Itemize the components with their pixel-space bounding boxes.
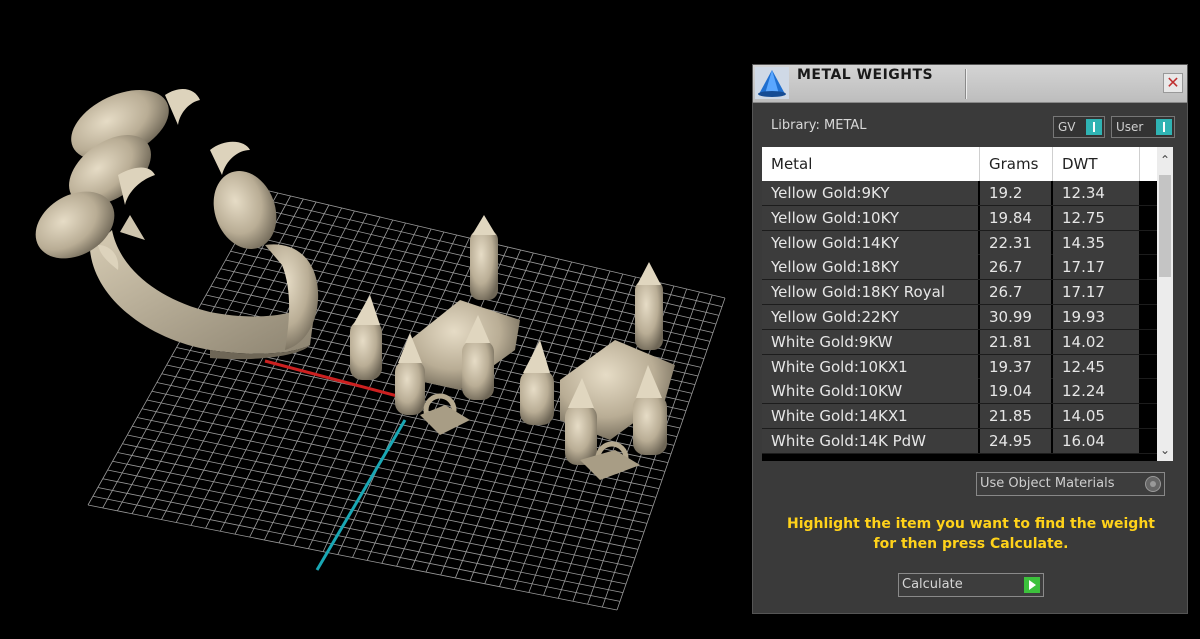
go-arrow-icon: [1024, 577, 1040, 593]
table-row[interactable]: Yellow Gold:10KY 19.84 12.75: [762, 205, 1157, 231]
metal-weights-dialog: METAL WEIGHTS ✕ Library: METAL GV User M…: [752, 64, 1188, 614]
grid-line: [87, 504, 618, 611]
table-row[interactable]: Yellow Gold:14KY 22.31 14.35: [762, 230, 1157, 256]
x-axis-line: [264, 359, 406, 400]
cell-metal: White Gold:10KX1: [762, 354, 978, 379]
cell-dwt: 19.93: [1053, 304, 1139, 329]
grid-line: [616, 297, 726, 611]
close-button[interactable]: ✕: [1163, 73, 1183, 93]
cell-metal: White Gold:14K PdW: [762, 428, 978, 453]
viewport-canvas[interactable]: [0, 0, 750, 639]
instruction-text: Highlight the item you want to find the …: [763, 514, 1179, 554]
scroll-up-icon[interactable]: ⌃: [1157, 151, 1173, 169]
toggle-switch-icon: [1086, 119, 1102, 135]
close-icon: ✕: [1166, 73, 1180, 92]
cell-grams: 26.7: [980, 255, 1051, 280]
cell-grams: 19.04: [980, 379, 1051, 404]
cell-dwt: 16.04: [1053, 428, 1139, 453]
cell-dwt: 12.24: [1053, 379, 1139, 404]
cell-metal: White Gold:9KW: [762, 329, 978, 354]
table-row[interactable]: White Gold:14K PdW 24.95 16.04: [762, 428, 1157, 454]
cell-grams: 19.84: [980, 205, 1051, 230]
table-row[interactable]: White Gold:14KX1 21.85 14.05: [762, 404, 1157, 429]
dialog-title: METAL WEIGHTS: [797, 67, 934, 83]
cell-metal: White Gold:14KX1: [762, 404, 978, 429]
toggle-switch-icon: [1156, 119, 1172, 135]
library-label: Library: METAL: [771, 118, 867, 133]
cell-dwt: 12.75: [1053, 205, 1139, 230]
header-dwt[interactable]: DWT: [1053, 147, 1140, 181]
titlebar-divider: [965, 69, 966, 99]
user-toggle-label: User: [1116, 120, 1144, 134]
scroll-thumb[interactable]: [1159, 175, 1171, 277]
use-object-materials-option[interactable]: Use Object Materials: [976, 472, 1165, 496]
header-grams[interactable]: Grams: [980, 147, 1053, 181]
instruction-line-2: for then press Calculate.: [873, 536, 1069, 552]
table-body: Yellow Gold:9KY 19.2 12.34 Yellow Gold:10KY…: [762, 181, 1157, 454]
header-metal[interactable]: Metal: [762, 147, 980, 181]
table-row[interactable]: White Gold:10KW 19.04 12.24: [762, 379, 1157, 405]
y-axis-line: [315, 419, 407, 571]
cell-metal: White Gold:10KW: [762, 379, 978, 404]
cell-grams: 21.81: [980, 329, 1051, 354]
cell-dwt: 17.17: [1053, 255, 1139, 280]
radio-icon: [1145, 476, 1161, 492]
cell-metal: Yellow Gold:18KY: [762, 255, 978, 280]
dialog-titlebar[interactable]: METAL WEIGHTS ✕: [753, 65, 1187, 103]
viewport-3d[interactable]: [0, 0, 750, 639]
instruction-line-1: Highlight the item you want to find the …: [787, 516, 1155, 532]
cell-dwt: 14.05: [1053, 404, 1139, 429]
table-row[interactable]: White Gold:9KW 21.81 14.02: [762, 329, 1157, 355]
cell-metal: Yellow Gold:9KY: [762, 181, 978, 205]
calculate-button[interactable]: Calculate: [898, 573, 1044, 597]
ring-model[interactable]: [24, 76, 319, 360]
cell-metal: Yellow Gold:14KY: [762, 230, 978, 255]
metal-table[interactable]: Metal Grams DWT Yellow Gold:9KY 19.2 12.34…: [762, 147, 1173, 461]
grid-line: [97, 487, 624, 594]
cell-grams: 26.7: [980, 280, 1051, 305]
gv-toggle[interactable]: GV: [1053, 116, 1105, 138]
use-object-materials-label: Use Object Materials: [980, 476, 1115, 491]
cell-dwt: 17.17: [1053, 280, 1139, 305]
cell-grams: 30.99: [980, 304, 1051, 329]
table-row[interactable]: Yellow Gold:9KY 19.2 12.34: [762, 181, 1157, 206]
cell-grams: 19.2: [980, 181, 1051, 205]
table-scrollbar[interactable]: ⌃ ⌄: [1157, 147, 1173, 461]
user-toggle[interactable]: User: [1111, 116, 1175, 138]
app-icon: [755, 67, 789, 99]
cell-dwt: 12.34: [1053, 181, 1139, 205]
cell-grams: 22.31: [980, 230, 1051, 255]
calculate-label: Calculate: [902, 577, 963, 592]
grid-line: [127, 434, 642, 542]
grid-line: [107, 469, 630, 576]
table-row[interactable]: Yellow Gold:22KY 30.99 19.93: [762, 304, 1157, 330]
cell-metal: Yellow Gold:22KY: [762, 304, 978, 329]
cell-grams: 19.37: [980, 354, 1051, 379]
cell-dwt: 12.45: [1053, 354, 1139, 379]
table-row[interactable]: Yellow Gold:18KY Royal 26.7 17.17: [762, 280, 1157, 305]
table-header: Metal Grams DWT: [762, 147, 1157, 181]
table-row[interactable]: Yellow Gold:18KY 26.7 17.17: [762, 255, 1157, 281]
grid-line: [102, 478, 627, 585]
cell-metal: Yellow Gold:10KY: [762, 205, 978, 230]
cell-dwt: 14.02: [1053, 329, 1139, 354]
scroll-down-icon[interactable]: ⌄: [1157, 441, 1173, 459]
cell-metal: Yellow Gold:18KY Royal: [762, 280, 978, 305]
cell-grams: 24.95: [980, 428, 1051, 453]
cell-dwt: 14.35: [1053, 230, 1139, 255]
grid-line: [92, 495, 621, 602]
gv-toggle-label: GV: [1058, 120, 1076, 134]
claw-mount-left[interactable]: [350, 215, 520, 435]
cell-grams: 21.85: [980, 404, 1051, 429]
table-row[interactable]: White Gold:10KX1 19.37 12.45: [762, 354, 1157, 380]
